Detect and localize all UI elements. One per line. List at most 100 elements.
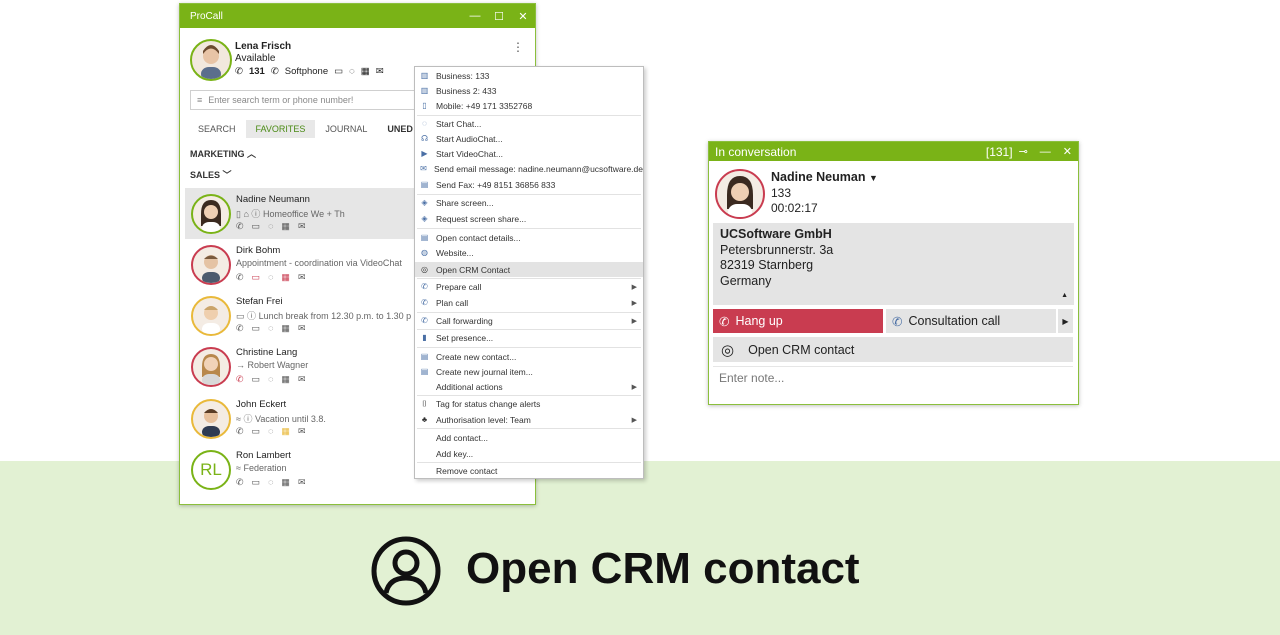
menu-item-additional-actions[interactable]: Additional actions ▶ — [415, 379, 643, 394]
menu-item-add-key[interactable]: Add key... — [415, 446, 643, 461]
chat-icon[interactable]: ◌ — [268, 272, 273, 283]
menu-label: Mobile: +49 171 3352768 — [436, 100, 533, 111]
video-icon[interactable]: ▭ — [334, 66, 343, 77]
menu-item-add-contact[interactable]: Add contact... — [415, 430, 643, 445]
mail-icon[interactable]: ✉ — [298, 323, 306, 334]
mail-icon[interactable]: ✉ — [376, 66, 384, 77]
menu-item-contact-details[interactable]: ▤ Open contact details... — [415, 230, 643, 245]
phone-icon[interactable]: ✆ — [236, 221, 244, 232]
minimize-button[interactable]: — — [1034, 146, 1057, 158]
caller-address: UCSoftware GmbH Petersbrunnerstr. 3a 823… — [713, 223, 1074, 305]
contact-status-text: Vacation until 3.8. — [255, 414, 326, 424]
calendar-icon[interactable]: ▦ — [281, 374, 290, 385]
phone-icon[interactable]: ✆ — [236, 374, 244, 385]
menu-item-remove-contact[interactable]: Remove contact — [415, 463, 643, 478]
contact-status-text: Lunch break from 12.30 p.m. to 1.30 p — [258, 311, 412, 321]
caller-name[interactable]: Nadine Neuman ▼ — [771, 170, 878, 184]
note-input[interactable]: Enter note... — [713, 366, 1073, 401]
group-marketing[interactable]: MARKETING ︿ — [190, 147, 256, 160]
menu-item-send-email[interactable]: ✉ Send email message: nadine.neumann@ucso… — [415, 161, 643, 176]
menu-item-open-crm-contact[interactable]: ◎ Open CRM Contact — [415, 262, 643, 277]
consultation-call-button[interactable]: ✆ Consultation call — [886, 309, 1056, 333]
phone-icon[interactable]: ✆ — [236, 323, 244, 334]
phone-icon[interactable]: ✆ — [236, 477, 244, 488]
chat-icon[interactable]: ◌ — [268, 426, 273, 437]
chat-icon[interactable]: ◌ — [268, 323, 273, 334]
team-icon: ♣ — [421, 415, 428, 424]
chat-icon[interactable]: ◌ — [268, 374, 273, 385]
video-icon[interactable]: ▭ — [252, 477, 261, 488]
pin-icon[interactable]: ⊸ — [1013, 145, 1034, 158]
minimize-button[interactable]: — — [463, 10, 487, 22]
chat-icon[interactable]: ◌ — [268, 477, 273, 488]
user-avatar[interactable] — [190, 39, 232, 81]
conversation-titlebar: In conversation [131] ⊸ — ✕ — [709, 142, 1078, 161]
procall-titlebar: ProCall — ☐ ✕ — [180, 4, 535, 28]
menu-item-website[interactable]: ◍ Website... — [415, 245, 643, 260]
calendar-icon[interactable]: ▦ — [281, 272, 290, 283]
video-icon[interactable]: ▭ — [252, 426, 261, 437]
mail-icon[interactable]: ✉ — [298, 272, 306, 283]
contact-status-text: Homeoffice We + Th — [262, 209, 345, 219]
close-button[interactable]: ✕ — [1057, 145, 1078, 158]
contact-avatar — [191, 296, 231, 336]
calendar-icon[interactable]: ▦ — [281, 221, 290, 232]
open-crm-contact-button[interactable]: ◎ Open CRM contact — [713, 337, 1073, 362]
calendar-icon[interactable]: ▦ — [281, 426, 290, 437]
menu-label: Plan call — [436, 297, 469, 308]
menu-item-plan-call[interactable]: ✆ Plan call ▶ — [415, 295, 643, 310]
consultation-more-arrow-icon[interactable]: ▶ — [1058, 309, 1073, 333]
menu-item-call-forwarding[interactable]: ✆ Call forwarding ▶ — [415, 313, 643, 328]
menu-item-business[interactable]: ▥ Business: 133 — [415, 68, 643, 83]
calendar-icon[interactable]: ▦ — [361, 66, 370, 77]
menu-label: Set presence... — [436, 332, 494, 343]
video-icon[interactable]: ▭ — [252, 323, 261, 334]
menu-item-new-journal-item[interactable]: ▤ Create new journal item... — [415, 364, 643, 379]
mail-icon[interactable]: ✉ — [298, 374, 306, 385]
bookmark-icon: ⌷ — [422, 398, 427, 408]
group-sales[interactable]: SALES ﹀ — [190, 168, 232, 181]
maximize-button[interactable]: ☐ — [487, 10, 511, 23]
menu-item-share-screen[interactable]: ◈ Share screen... — [415, 195, 643, 210]
chat-icon[interactable]: ◌ — [349, 66, 355, 77]
mail-icon[interactable]: ✉ — [298, 477, 306, 488]
menu-item-start-chat[interactable]: ◌ Start Chat... — [415, 116, 643, 131]
video-icon[interactable]: ▭ — [252, 272, 261, 283]
more-options-icon[interactable]: ⋮ — [512, 40, 524, 54]
menu-item-request-screen-share[interactable]: ◈ Request screen share... — [415, 211, 643, 226]
search-input[interactable]: ≡ Enter search term or phone number! — [190, 90, 420, 110]
calendar-icon[interactable]: ▦ — [281, 323, 290, 334]
menu-item-set-presence[interactable]: ▮ Set presence... — [415, 330, 643, 345]
mail-icon[interactable]: ✉ — [298, 426, 306, 437]
close-button[interactable]: ✕ — [511, 10, 535, 23]
video-icon[interactable]: ▭ — [252, 374, 261, 385]
chat-icon[interactable]: ◌ — [268, 221, 273, 232]
menu-item-business-2[interactable]: ▥ Business 2: 433 — [415, 83, 643, 98]
tab-journal[interactable]: JOURNAL — [315, 120, 377, 138]
menu-item-send-fax[interactable]: ▤ Send Fax: +49 8151 36856 833 — [415, 177, 643, 192]
menu-label: Add contact... — [436, 432, 488, 443]
video-icon[interactable]: ▭ — [252, 221, 261, 232]
contact-context-menu: ▥ Business: 133 ▥ Business 2: 433 ▯ Mobile:… — [414, 66, 644, 479]
phone-icon[interactable]: ✆ — [236, 272, 244, 283]
headset-icon: ☊ — [420, 134, 429, 143]
hang-up-button[interactable]: ✆ Hang up — [713, 309, 883, 333]
menu-item-audio-chat[interactable]: ☊ Start AudioChat... — [415, 131, 643, 146]
menu-item-mobile[interactable]: ▯ Mobile: +49 171 3352768 — [415, 98, 643, 113]
menu-item-authorisation-level[interactable]: ♣ Authorisation level: Team ▶ — [415, 412, 643, 427]
menu-item-new-contact[interactable]: ▤ Create new contact... — [415, 349, 643, 364]
menu-label: Create new contact... — [436, 351, 517, 362]
menu-label: Start Chat... — [436, 118, 482, 129]
tab-favorites[interactable]: FAVORITES — [245, 120, 316, 138]
calendar-icon[interactable]: ▦ — [281, 477, 290, 488]
contact-actions: ✆ ▭ ◌ ▦ ✉ — [236, 323, 305, 334]
mail-icon[interactable]: ✉ — [298, 221, 306, 232]
tab-search[interactable]: SEARCH — [188, 120, 246, 138]
collapse-up-icon[interactable]: ▲ — [1061, 288, 1068, 304]
menu-item-prepare-call[interactable]: ✆ Prepare call ▶ — [415, 279, 643, 294]
user-device[interactable]: Softphone — [285, 66, 328, 77]
phone-icon[interactable]: ✆ — [236, 426, 244, 437]
menu-item-video-chat[interactable]: ▶ Start VideoChat... — [415, 146, 643, 161]
group-label: SALES — [190, 170, 221, 180]
menu-item-tag-status-alerts[interactable]: ⌷ Tag for status change alerts — [415, 396, 643, 411]
